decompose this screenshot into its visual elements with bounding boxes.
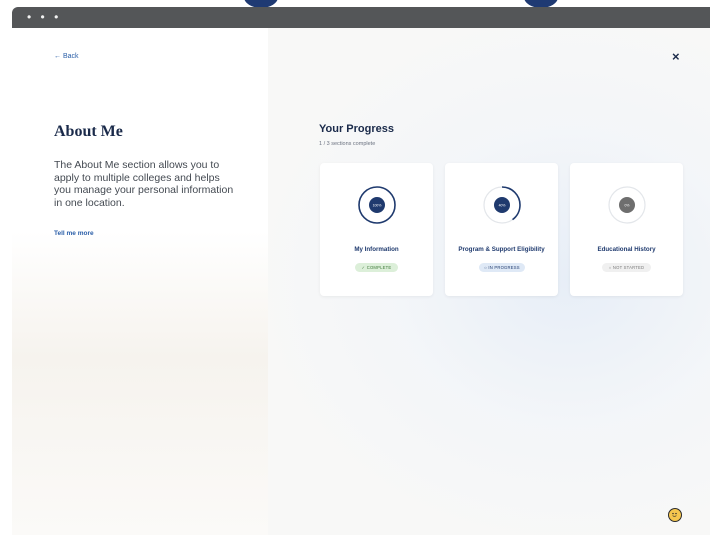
status-badge: ○ NOT STARTED	[602, 263, 651, 272]
section-description: The About Me section allows you to apply…	[54, 159, 234, 209]
card-title: Educational History	[597, 246, 656, 253]
check-icon: ✓	[361, 265, 366, 270]
circle-icon: ○	[608, 265, 612, 270]
status-badge: ✓ COMPLETE	[355, 263, 398, 272]
back-link[interactable]: ← Back	[54, 53, 79, 60]
window-titlebar: • • •	[12, 7, 710, 28]
chat-face-icon	[672, 512, 677, 517]
section-card-my-information[interactable]: 100% My Information ✓ COMPLETE	[320, 163, 433, 296]
circle-icon: ○	[484, 265, 488, 270]
card-title: Program & Support Eligibility	[458, 246, 545, 253]
section-card-program-support-eligibility[interactable]: 40% Program & Support Eligibility ○ IN P…	[445, 163, 558, 296]
card-title: My Information	[354, 246, 399, 253]
progress-percent: 0%	[625, 203, 630, 207]
tell-me-more-link[interactable]: Tell me more	[54, 230, 94, 237]
progress-subtitle: 1 / 3 sections complete	[319, 141, 376, 147]
status-badge: ○ IN PROGRESS	[479, 263, 525, 272]
progress-ring: 0%	[608, 186, 646, 224]
close-icon[interactable]: ×	[672, 49, 680, 64]
progress-ring: 40%	[483, 186, 521, 224]
section-card-educational-history[interactable]: 0% Educational History ○ NOT STARTED	[570, 163, 683, 296]
progress-ring: 100%	[358, 186, 396, 224]
progress-percent: 40%	[499, 203, 506, 207]
app-frame: ← Back × About Me The About Me section a…	[12, 28, 710, 535]
page-title: About Me	[54, 123, 123, 140]
left-panel	[12, 28, 268, 535]
window-dots: • • •	[27, 10, 62, 24]
chat-assistant-button[interactable]	[668, 508, 682, 522]
progress-title: Your Progress	[319, 123, 394, 135]
progress-percent: 100%	[373, 203, 382, 207]
